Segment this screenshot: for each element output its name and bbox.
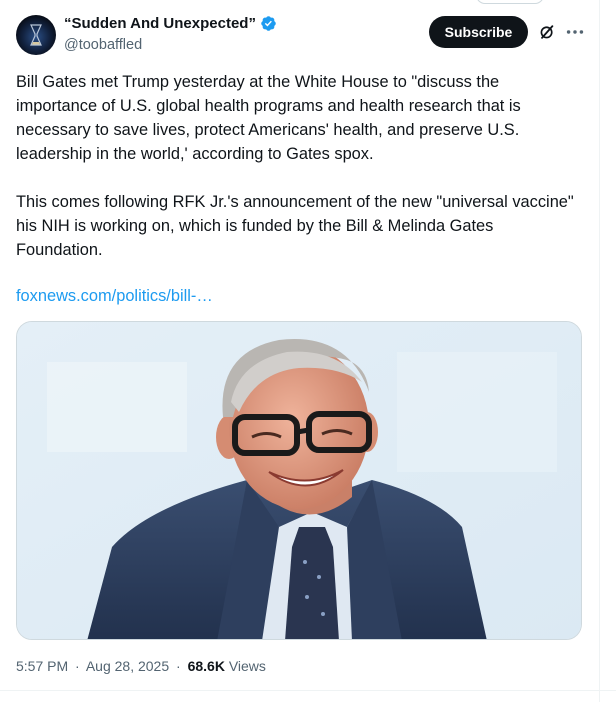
- tweet-date[interactable]: Aug 28, 2025: [86, 658, 169, 674]
- display-name[interactable]: “Sudden And Unexpected”: [64, 15, 256, 32]
- views-count[interactable]: 68.6K: [188, 658, 225, 674]
- views-label: Views: [228, 658, 266, 674]
- divider: [0, 690, 616, 691]
- author-handle[interactable]: @toobaffled: [64, 37, 142, 53]
- tweet-photo[interactable]: [16, 321, 582, 640]
- article-link[interactable]: foxnews.com/politics/bill-…: [16, 287, 213, 306]
- tweet-text: Bill Gates met Trump yesterday at the Wh…: [16, 70, 582, 262]
- tweet-paragraph: This comes following RFK Jr.'s announcem…: [16, 193, 574, 259]
- meta-separator: ·: [176, 658, 181, 674]
- more-options-icon[interactable]: [564, 21, 586, 43]
- name-row: “Sudden And Unexpected”: [64, 15, 277, 32]
- grok-icon[interactable]: [537, 22, 557, 42]
- column-border: [599, 0, 600, 702]
- tweet-meta: 5:57 PM · Aug 28, 2025 · 68.6K Views: [16, 658, 266, 674]
- hourglass-icon: [30, 24, 42, 46]
- meta-separator: ·: [75, 658, 80, 674]
- tweet-time[interactable]: 5:57 PM: [16, 658, 68, 674]
- verified-badge-icon: [261, 16, 276, 31]
- subscribe-button[interactable]: Subscribe: [429, 16, 528, 48]
- tweet-paragraph: Bill Gates met Trump yesterday at the Wh…: [16, 73, 521, 163]
- tweet-header: “Sudden And Unexpected” @toobaffled Subs…: [16, 13, 600, 59]
- previous-element-edge: [476, 0, 544, 4]
- avatar[interactable]: [16, 15, 56, 55]
- portrait-photo: [17, 322, 581, 639]
